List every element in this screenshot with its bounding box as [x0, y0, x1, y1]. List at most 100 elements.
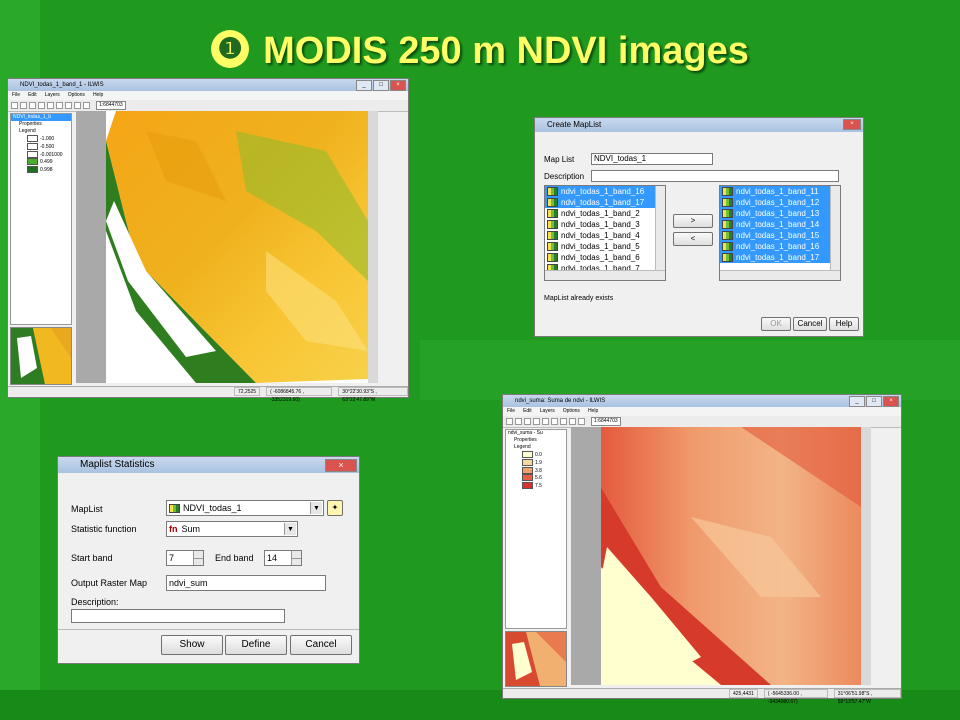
- close-icon[interactable]: ×: [325, 459, 357, 472]
- tree-root[interactable]: ndvi_suma - Su: [506, 430, 566, 437]
- end-band-stepper[interactable]: 14: [264, 550, 302, 566]
- define-button[interactable]: Define: [225, 635, 287, 655]
- vertical-scrollbar[interactable]: [655, 186, 665, 272]
- cancel-button[interactable]: Cancel: [290, 635, 352, 655]
- button-separator: [58, 629, 359, 630]
- list-item[interactable]: ndvi_todas_1_band_16: [720, 241, 840, 252]
- dialog-titlebar[interactable]: Maplist Statistics ×: [58, 457, 359, 473]
- menu-help[interactable]: Help: [588, 407, 598, 416]
- minimize-icon[interactable]: _: [356, 80, 372, 91]
- menu-file[interactable]: File: [507, 407, 515, 416]
- zoom-out-icon[interactable]: [56, 102, 63, 109]
- map-viewport[interactable]: [76, 111, 378, 383]
- list-item[interactable]: ndvi_todas_1_band_11: [720, 186, 840, 197]
- add-to-list-button[interactable]: >: [673, 214, 713, 228]
- menu-layers[interactable]: Layers: [45, 91, 60, 100]
- pointer-icon[interactable]: [29, 102, 36, 109]
- open-icon[interactable]: [11, 102, 18, 109]
- list-item[interactable]: ndvi_todas_1_band_16: [545, 186, 665, 197]
- menu-file[interactable]: File: [12, 91, 20, 100]
- tree-legend[interactable]: Legend: [506, 444, 566, 451]
- copy-icon[interactable]: [74, 102, 81, 109]
- list-item[interactable]: ndvi_todas_1_band_6: [545, 252, 665, 263]
- horizontal-scrollbar[interactable]: [545, 270, 665, 280]
- maplist-name-input[interactable]: NDVI_todas_1: [591, 153, 713, 165]
- statistic-function-combo[interactable]: fn Sum ▼: [166, 521, 298, 537]
- open-icon[interactable]: [506, 418, 513, 425]
- description-input[interactable]: [71, 609, 285, 623]
- menu-help[interactable]: Help: [93, 91, 103, 100]
- maplist-combo[interactable]: NDVI_todas_1 ▼: [166, 500, 324, 516]
- zoom-out-icon[interactable]: [551, 418, 558, 425]
- chevron-down-icon[interactable]: ▼: [310, 502, 322, 514]
- list-item[interactable]: ndvi_todas_1_band_4: [545, 230, 665, 241]
- pan-icon[interactable]: [38, 102, 45, 109]
- ndvi-sum-map-image: [601, 427, 871, 685]
- browse-button[interactable]: ✦: [327, 500, 343, 516]
- list-item[interactable]: ndvi_todas_1_band_12: [720, 197, 840, 208]
- overview-map[interactable]: [505, 631, 567, 687]
- selected-maps-list[interactable]: ndvi_todas_1_band_11 ndvi_todas_1_band_1…: [719, 185, 841, 281]
- list-item[interactable]: ndvi_todas_1_band_13: [720, 208, 840, 219]
- pan-icon[interactable]: [533, 418, 540, 425]
- list-item[interactable]: ndvi_todas_1_band_17: [720, 252, 840, 263]
- list-item[interactable]: ndvi_todas_1_band_5: [545, 241, 665, 252]
- menu-edit[interactable]: Edit: [28, 91, 37, 100]
- list-item[interactable]: ndvi_todas_1_band_2: [545, 208, 665, 219]
- maximize-icon[interactable]: □: [866, 396, 882, 407]
- menu-options[interactable]: Options: [563, 407, 580, 416]
- copy-icon[interactable]: [569, 418, 576, 425]
- minimize-icon[interactable]: _: [849, 396, 865, 407]
- zoom-in-icon[interactable]: [47, 102, 54, 109]
- save-icon[interactable]: [515, 418, 522, 425]
- select-icon[interactable]: [560, 418, 567, 425]
- menu-options[interactable]: Options: [68, 91, 85, 100]
- spin-arrows-icon[interactable]: [193, 551, 203, 565]
- help-button[interactable]: Help: [829, 317, 859, 331]
- available-maps-list[interactable]: ndvi_todas_1_band_16 ndvi_todas_1_band_1…: [544, 185, 666, 281]
- tree-properties[interactable]: Properties: [506, 437, 566, 444]
- print-icon[interactable]: [83, 102, 90, 109]
- window-titlebar[interactable]: ndvi_suma: Suma de ndvi - ILWIS _ □ ×: [503, 395, 901, 407]
- select-icon[interactable]: [65, 102, 72, 109]
- output-raster-input[interactable]: ndvi_sum: [166, 575, 326, 591]
- tree-properties[interactable]: Properties: [11, 121, 71, 128]
- list-item[interactable]: ndvi_todas_1_band_14: [720, 219, 840, 230]
- list-item[interactable]: ndvi_todas_1_band_15: [720, 230, 840, 241]
- status-latlon: 31°06'51.98"S , 59°13'57.47"W: [833, 689, 901, 705]
- pointer-icon[interactable]: [524, 418, 531, 425]
- ok-button[interactable]: OK: [761, 317, 791, 331]
- close-icon[interactable]: ×: [390, 80, 406, 91]
- scale-field[interactable]: 1:6844703: [591, 417, 621, 426]
- cancel-button[interactable]: Cancel: [793, 317, 827, 331]
- dialog-titlebar[interactable]: Create MapList ×: [535, 118, 863, 132]
- remove-from-list-button[interactable]: <: [673, 232, 713, 246]
- show-button[interactable]: Show: [161, 635, 223, 655]
- window-title: ndvi_suma: Suma de ndvi - ILWIS: [515, 398, 606, 404]
- map-viewport[interactable]: [571, 427, 871, 685]
- zoom-in-icon[interactable]: [542, 418, 549, 425]
- menu-edit[interactable]: Edit: [523, 407, 532, 416]
- print-icon[interactable]: [578, 418, 585, 425]
- overview-map[interactable]: [10, 327, 72, 385]
- start-band-stepper[interactable]: 7: [166, 550, 204, 566]
- list-item[interactable]: ndvi_todas_1_band_17: [545, 197, 665, 208]
- tree-legend[interactable]: Legend: [11, 128, 71, 135]
- chevron-down-icon[interactable]: ▼: [284, 523, 296, 535]
- close-icon[interactable]: ×: [883, 396, 899, 407]
- maximize-icon[interactable]: □: [373, 80, 389, 91]
- save-icon[interactable]: [20, 102, 27, 109]
- raster-map-icon: [722, 253, 733, 262]
- window-titlebar[interactable]: NDVI_todas_1_band_1 - ILWIS _ □ ×: [8, 79, 408, 91]
- close-icon[interactable]: ×: [843, 119, 861, 130]
- scale-field[interactable]: 1:6844703: [96, 101, 126, 110]
- maplist-statistics-dialog: Maplist Statistics × MapList NDVI_todas_…: [57, 456, 360, 664]
- horizontal-scrollbar[interactable]: [720, 270, 840, 280]
- legend-label: -1.000: [40, 135, 55, 142]
- menu-layers[interactable]: Layers: [540, 407, 555, 416]
- spin-arrows-icon[interactable]: [291, 551, 301, 565]
- description-input[interactable]: [591, 170, 839, 182]
- tree-root[interactable]: NDVI_todas_1_b: [11, 114, 71, 121]
- vertical-scrollbar[interactable]: [830, 186, 840, 272]
- list-item[interactable]: ndvi_todas_1_band_3: [545, 219, 665, 230]
